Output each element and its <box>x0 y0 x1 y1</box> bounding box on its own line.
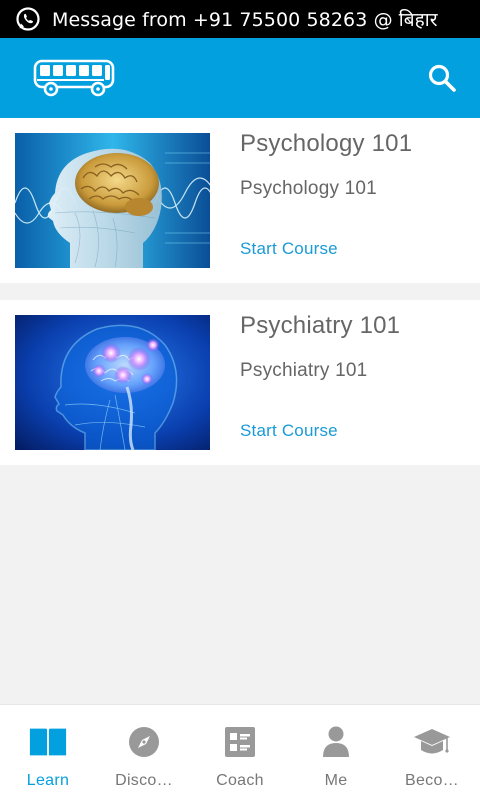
course-thumbnail[interactable] <box>15 133 210 268</box>
course-card-psychology[interactable]: Psychology 101 Psychology 101 Start Cour… <box>0 118 480 283</box>
person-icon <box>323 726 349 757</box>
course-title[interactable]: Psychiatry 101 <box>240 312 400 340</box>
nav-label: Disco… <box>115 772 173 789</box>
nav-label: Learn <box>26 772 70 789</box>
course-title[interactable]: Psychology 101 <box>240 130 412 158</box>
compass-icon <box>129 727 159 757</box>
nav-item-me[interactable]: Me <box>288 705 384 800</box>
start-course-link[interactable]: Start Course <box>240 421 338 441</box>
brain-head-profile-image <box>15 133 210 268</box>
nav-label: Me <box>324 772 348 789</box>
start-course-link[interactable]: Start Course <box>240 239 338 259</box>
nav-label: Beco… <box>405 772 459 789</box>
notification-text: Message from +91 75500 58263 @ बिहार <box>52 9 438 31</box>
course-thumbnail[interactable] <box>15 315 210 450</box>
status-bar: Message from +91 75500 58263 @ बिहार <box>0 0 480 38</box>
app-bar <box>0 38 480 118</box>
search-icon <box>428 64 456 92</box>
bottom-navigation: Learn Disco… Coach Me Beco… <box>0 704 480 800</box>
nav-item-discover[interactable]: Disco… <box>96 705 192 800</box>
nav-item-coach[interactable]: Coach <box>192 705 288 800</box>
search-button[interactable] <box>422 58 462 98</box>
bus-icon <box>33 59 115 97</box>
course-subtitle: Psychiatry 101 <box>240 360 368 381</box>
book-icon <box>29 728 67 756</box>
course-card-psychiatry[interactable]: Psychiatry 101 Psychiatry 101 Start Cour… <box>0 300 480 465</box>
nav-label: Coach <box>216 772 264 789</box>
course-list: Psychology 101 Psychology 101 Start Cour… <box>0 118 480 465</box>
whatsapp-icon <box>16 7 40 31</box>
nav-item-learn[interactable]: Learn <box>0 705 96 800</box>
checklist-icon <box>225 727 255 757</box>
glowing-brain-head-image <box>15 315 210 450</box>
graduation-cap-icon <box>414 729 450 754</box>
course-subtitle: Psychology 101 <box>240 178 377 199</box>
nav-item-become[interactable]: Beco… <box>384 705 480 800</box>
